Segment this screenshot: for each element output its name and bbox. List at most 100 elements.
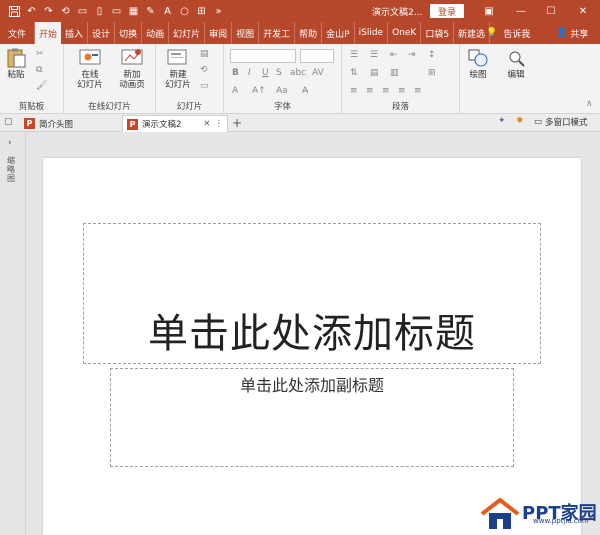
subtitle-placeholder[interactable]: 单击此处添加副标题 [110,368,514,467]
smartart-icon[interactable]: ⊞ [428,68,436,78]
ribbon-display-icon[interactable]: ▣ [478,0,500,22]
group-online-slides: 在线 幻灯片 新加 动画页 在线幻灯片 [64,44,156,114]
strikethrough-icon[interactable]: abc [290,68,306,78]
ribbon: 粘贴 ✂ ⧉ 🖌 剪贴板 在线 幻灯片 新加 动画页 在线幻灯片 新建 幻灯片 … [0,44,600,114]
tab-slideshow[interactable]: 幻灯片 [169,22,206,44]
cut-icon[interactable]: ✂ [36,49,44,59]
files-icon[interactable]: ▢ [4,117,13,127]
section-icon[interactable]: ▭ [200,81,209,91]
doctab-intro[interactable]: P 简介头图 [20,115,124,132]
font-color-icon[interactable]: A [159,0,176,22]
font-size-select[interactable] [300,49,334,63]
tab-developer[interactable]: 开发工 [259,22,296,44]
new-slide-button[interactable]: 新建 幻灯片 [160,48,196,90]
copy-icon[interactable]: ⧉ [36,65,42,75]
title-placeholder[interactable]: 单击此处添加标题 [83,223,541,364]
add-tab-icon[interactable]: + [232,116,242,130]
line-spacing-icon[interactable]: ↕ [428,50,436,60]
save-icon[interactable] [6,0,23,22]
new-animation-page-button[interactable]: 新加 动画页 [112,48,152,90]
distribute-icon[interactable]: ≡ [414,86,422,96]
collapse-icon[interactable]: » [210,0,227,22]
clear-format-icon[interactable]: A̶ [302,86,308,96]
bold-icon[interactable]: B [232,68,239,78]
login-button[interactable]: 登录 [430,4,464,18]
layout-icon[interactable]: ▤ [200,49,209,59]
align-right-icon[interactable]: ≡ [382,86,390,96]
increase-font-icon[interactable]: A↑ [252,86,266,96]
tab-islide[interactable]: iSlide [355,22,389,44]
columns-icon[interactable]: ▥ [390,68,399,78]
expand-pane-icon[interactable]: › [8,138,12,148]
font-color-icon[interactable]: A [232,86,238,96]
minimize-icon[interactable]: — [510,0,532,22]
tab-new-option[interactable]: 新建选 [454,22,491,44]
char-spacing-icon[interactable]: AV [312,68,324,78]
pen-icon[interactable]: ✎ [142,0,159,22]
group-label-online-slides: 在线幻灯片 [88,102,131,112]
online-slides-button[interactable]: 在线 幻灯片 [70,48,110,90]
gear-icon[interactable]: ✹ [516,116,524,126]
doctab-presentation2[interactable]: P 演示文稿2 ✕ ⋮ [122,115,228,132]
share-button[interactable]: 👤 共享 [556,22,588,44]
numbering-icon[interactable]: ☰ [370,50,378,60]
grid-icon[interactable]: ▦ [125,0,142,22]
tab-file[interactable]: 文件 [0,22,36,44]
group-label-font: 字体 [273,102,291,112]
reset-icon[interactable]: ⟲ [200,65,208,75]
increase-indent-icon[interactable]: ⇥ [408,50,416,60]
shadow-icon[interactable]: S [276,68,282,78]
tab-pocket[interactable]: 口袋5 [421,22,455,44]
tab-help[interactable]: 帮助 [295,22,323,44]
tell-me[interactable]: 💡 告诉我 [486,22,530,44]
circle-icon[interactable]: ○ [176,0,193,22]
tab-view[interactable]: 视图 [232,22,260,44]
tab-review[interactable]: 审阅 [205,22,233,44]
justify-icon[interactable]: ≡ [398,86,406,96]
text-direction-icon[interactable]: ⇅ [350,68,358,78]
underline-icon[interactable]: U [262,68,269,78]
tab-menu-icon[interactable]: ⋮ [215,119,224,129]
group-clipboard: 粘贴 ✂ ⧉ 🖌 剪贴板 [0,44,64,114]
open-icon[interactable]: ▭ [108,0,125,22]
drawing-button[interactable]: 绘图 [464,48,492,80]
new-file-icon[interactable]: ▯ [91,0,108,22]
new-slide-icon [167,49,187,65]
redo-icon[interactable]: ↷ [40,0,57,22]
document-tabs-bar: ▢ P 简介头图 P 演示文稿2 ✕ ⋮ + ✦ ✹ ▭ 多窗口模式 [0,114,600,132]
format-painter-icon[interactable]: ⟲ [57,0,74,22]
close-icon[interactable]: ✕ [572,0,594,22]
italic-icon[interactable]: I [248,68,251,78]
bullets-icon[interactable]: ☰ [350,50,358,60]
find-icon [509,51,525,67]
align-center-icon[interactable]: ≡ [366,86,374,96]
close-tab-icon[interactable]: ✕ [203,119,210,129]
tab-design[interactable]: 设计 [88,22,116,44]
tab-home[interactable]: 开始 [35,22,62,44]
tab-transitions[interactable]: 切换 [115,22,143,44]
print-preview-icon[interactable]: ▭ [74,0,91,22]
tab-animations[interactable]: 动画 [142,22,170,44]
group-font: B I U S abc AV A A↑ Aa A̶ 字体 [224,44,342,114]
tab-insert[interactable]: 插入 [61,22,89,44]
paste-button[interactable]: 粘贴 [4,48,28,80]
multiwindow-button[interactable]: ▭ 多窗口模式 [534,116,588,128]
align-left-icon[interactable]: ≡ [350,86,358,96]
tab-onekey[interactable]: OneK [388,22,422,44]
tab-kingsoft[interactable]: 金山P [322,22,355,44]
collapse-ribbon-icon[interactable]: ∧ [586,99,593,109]
decrease-indent-icon[interactable]: ⇤ [390,50,398,60]
align-text-icon[interactable]: ▤ [370,68,379,78]
font-family-select[interactable] [230,49,296,63]
change-case-icon[interactable]: Aa [276,86,288,96]
settings-star-icon[interactable]: ✦ [498,116,506,126]
crop-icon[interactable]: ⊞ [193,0,210,22]
document-title: 演示文稿2... [372,8,423,18]
group-drawing: 绘图 [460,44,496,114]
editing-button[interactable]: 编辑 [502,48,530,80]
online-slides-icon [79,49,101,65]
format-painter-small-icon[interactable]: 🖌 [36,81,47,91]
tell-me-label: 告诉我 [503,29,531,40]
maximize-icon[interactable]: ☐ [540,0,562,22]
undo-icon[interactable]: ↶ [23,0,40,22]
